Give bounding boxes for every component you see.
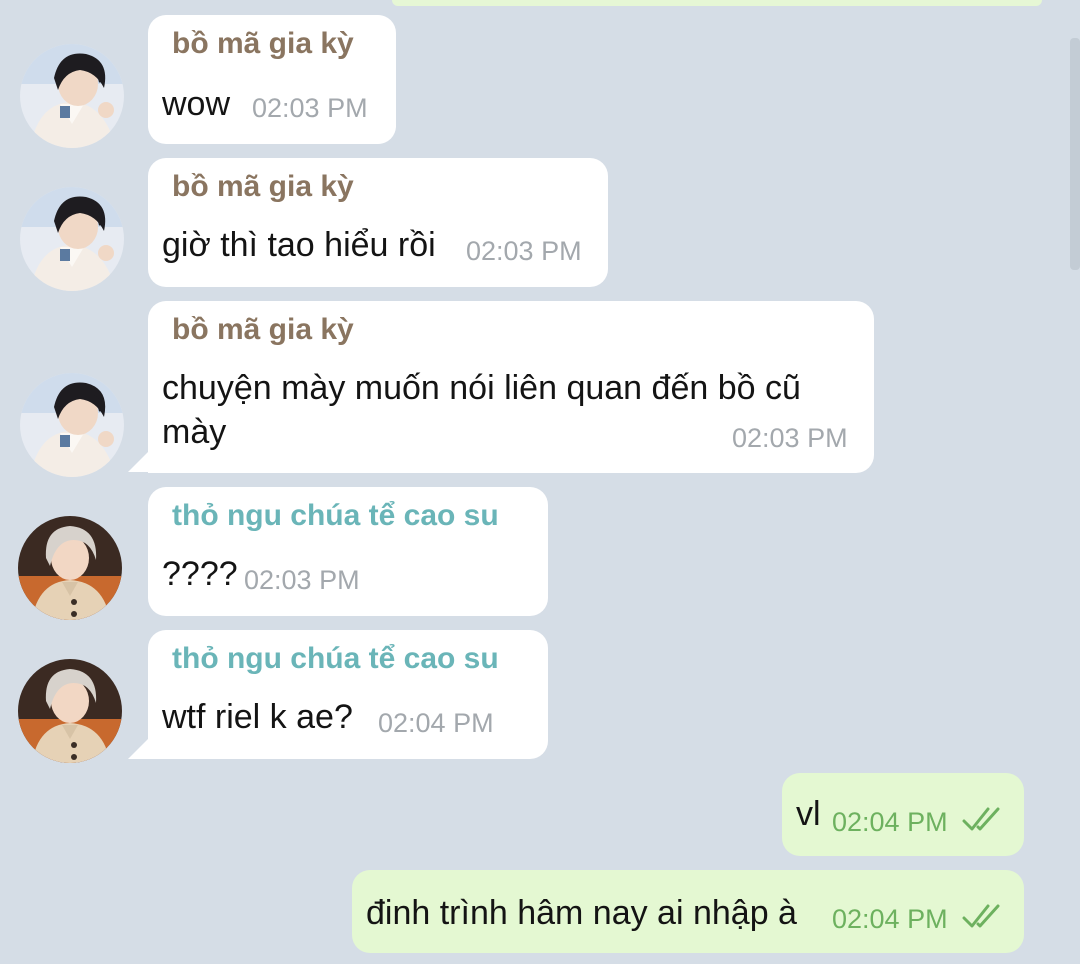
message-time: 02:03 PM <box>732 423 848 453</box>
bubble-tail <box>128 450 150 472</box>
message-time: 02:04 PM <box>832 807 948 837</box>
message-bubble-incoming[interactable]: thỏ ngu chúa tể cao su ???? 02:03 PM <box>148 487 548 616</box>
message-time: 02:03 PM <box>466 236 582 266</box>
message-time: 02:04 PM <box>832 904 948 934</box>
message-time: 02:03 PM <box>244 565 360 595</box>
sender-name[interactable]: bồ mã gia kỳ <box>172 170 354 204</box>
chat-area[interactable]: bồ mã gia kỳ wow 02:03 PM bồ mã gia kỳ g… <box>0 0 1080 964</box>
avatar-photo-light-hair <box>18 516 122 620</box>
sender-name[interactable]: thỏ ngu chúa tể cao su <box>172 499 499 533</box>
message-time: 02:04 PM <box>378 708 494 738</box>
sender-name[interactable]: bồ mã gia kỳ <box>172 313 354 347</box>
double-check-icon <box>962 904 1000 928</box>
message-text: wow <box>162 85 231 123</box>
bubble-tail <box>128 737 150 759</box>
avatar-photo-dark-hair <box>20 44 124 148</box>
avatar[interactable] <box>20 187 124 291</box>
message-text-line-2: mày <box>162 413 227 451</box>
message-bubble-incoming[interactable]: bồ mã gia kỳ giờ thì tao hiểu rồi 02:03 … <box>148 158 608 287</box>
avatar[interactable] <box>18 516 122 620</box>
message-time: 02:03 PM <box>252 93 368 123</box>
avatar-photo-light-hair <box>18 659 122 763</box>
message-bubble-outgoing[interactable]: vl 02:04 PM <box>782 773 1024 856</box>
message-text: đinh trình hâm nay ai nhập à <box>366 894 797 932</box>
message-text: giờ thì tao hiểu rồi <box>162 226 436 264</box>
message-bubble-outgoing[interactable]: đinh trình hâm nay ai nhập à 02:04 PM <box>352 870 1024 953</box>
message-text: wtf riel k ae? <box>162 698 353 736</box>
message-text: vl <box>796 795 821 833</box>
message-bubble-incoming[interactable]: bồ mã gia kỳ chuyện mày muốn nói liên qu… <box>148 301 874 473</box>
avatar[interactable] <box>20 373 124 477</box>
message-bubble-incoming[interactable]: bồ mã gia kỳ wow 02:03 PM <box>148 15 396 144</box>
previous-message-bubble-edge <box>392 0 1042 6</box>
sender-name[interactable]: bồ mã gia kỳ <box>172 27 354 61</box>
sender-name[interactable]: thỏ ngu chúa tể cao su <box>172 642 499 676</box>
avatar-photo-dark-hair <box>20 187 124 291</box>
message-bubble-incoming[interactable]: thỏ ngu chúa tể cao su wtf riel k ae? 02… <box>148 630 548 759</box>
scrollbar[interactable] <box>1070 38 1080 270</box>
avatar[interactable] <box>20 44 124 148</box>
avatar-photo-dark-hair <box>20 373 124 477</box>
double-check-icon <box>962 807 1000 831</box>
message-text-line-1: chuyện mày muốn nói liên quan đến bồ cũ <box>162 369 801 407</box>
message-text: ???? <box>162 555 238 593</box>
avatar[interactable] <box>18 659 122 763</box>
